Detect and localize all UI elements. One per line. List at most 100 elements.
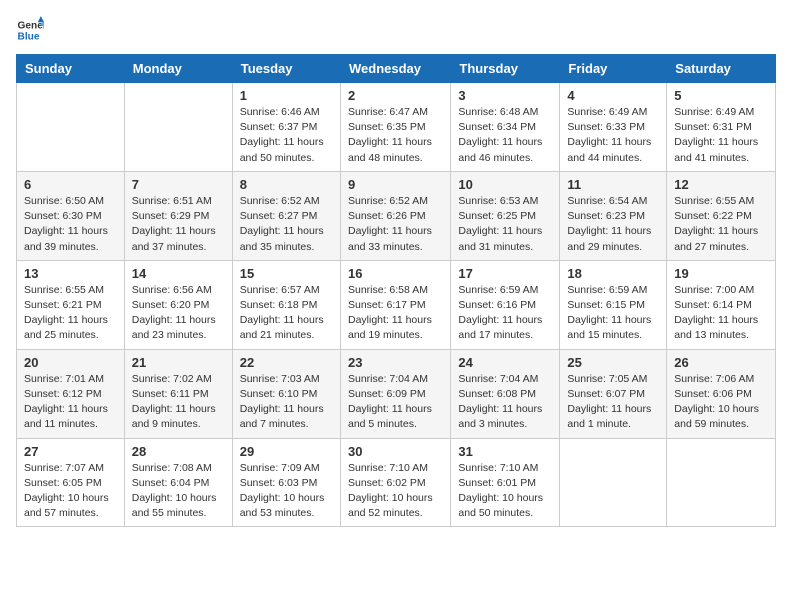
calendar-week-row: 27 Sunrise: 7:07 AM Sunset: 6:05 PM Dayli…: [17, 438, 776, 527]
day-number: 15: [240, 266, 333, 281]
header: General Blue: [16, 16, 776, 44]
day-info: Sunrise: 7:07 AM Sunset: 6:05 PM Dayligh…: [24, 461, 117, 522]
day-number: 6: [24, 177, 117, 192]
calendar-table: SundayMondayTuesdayWednesdayThursdayFrid…: [16, 54, 776, 527]
calendar-cell: 10 Sunrise: 6:53 AM Sunset: 6:25 PM Dayli…: [451, 171, 560, 260]
day-info: Sunrise: 7:08 AM Sunset: 6:04 PM Dayligh…: [132, 461, 225, 522]
day-number: 10: [458, 177, 552, 192]
calendar-cell: 28Sunrise: 7:08 AM Sunset: 6:04 PM Dayli…: [124, 438, 232, 527]
calendar-cell: [17, 83, 125, 172]
day-info: Sunrise: 7:09 AM Sunset: 6:03 PM Dayligh…: [240, 461, 333, 522]
weekday-header-cell: Wednesday: [340, 55, 450, 83]
day-number: 22: [240, 355, 333, 370]
calendar-week-row: 1Sunrise: 6:46 AM Sunset: 6:37 PM Daylig…: [17, 83, 776, 172]
day-number: 31: [458, 444, 552, 459]
day-info: Sunrise: 7:03 AM Sunset: 6:10 PM Dayligh…: [240, 372, 333, 433]
weekday-header-cell: Monday: [124, 55, 232, 83]
day-number: 11: [567, 177, 659, 192]
day-info: Sunrise: 6:52 AM Sunset: 6:26 PM Dayligh…: [348, 194, 443, 255]
logo: General Blue: [16, 16, 48, 44]
day-info: Sunrise: 6:55 AM Sunset: 6:21 PM Dayligh…: [24, 283, 117, 344]
calendar-cell: 13 Sunrise: 6:55 AM Sunset: 6:21 PM Dayli…: [17, 260, 125, 349]
day-info: Sunrise: 6:48 AM Sunset: 6:34 PM Dayligh…: [458, 105, 552, 166]
day-info: Sunrise: 6:52 AM Sunset: 6:27 PM Dayligh…: [240, 194, 333, 255]
day-number: 13: [24, 266, 117, 281]
calendar-cell: 24Sunrise: 7:04 AM Sunset: 6:08 PM Dayli…: [451, 349, 560, 438]
calendar-cell: [124, 83, 232, 172]
calendar-cell: 21 Sunrise: 7:02 AM Sunset: 6:11 PM Dayli…: [124, 349, 232, 438]
day-number: 25: [567, 355, 659, 370]
day-number: 5: [674, 88, 768, 103]
calendar-cell: 31 Sunrise: 7:10 AM Sunset: 6:01 PM Dayli…: [451, 438, 560, 527]
day-number: 29: [240, 444, 333, 459]
calendar-cell: 20Sunrise: 7:01 AM Sunset: 6:12 PM Dayli…: [17, 349, 125, 438]
calendar-cell: 5 Sunrise: 6:49 AM Sunset: 6:31 PM Daylig…: [667, 83, 776, 172]
day-number: 16: [348, 266, 443, 281]
calendar-cell: 12Sunrise: 6:55 AM Sunset: 6:22 PM Dayli…: [667, 171, 776, 260]
day-info: Sunrise: 6:50 AM Sunset: 6:30 PM Dayligh…: [24, 194, 117, 255]
calendar-body: 1Sunrise: 6:46 AM Sunset: 6:37 PM Daylig…: [17, 83, 776, 527]
calendar-cell: 16 Sunrise: 6:58 AM Sunset: 6:17 PM Dayli…: [340, 260, 450, 349]
day-info: Sunrise: 6:57 AM Sunset: 6:18 PM Dayligh…: [240, 283, 333, 344]
calendar-cell: 26Sunrise: 7:06 AM Sunset: 6:06 PM Dayli…: [667, 349, 776, 438]
day-info: Sunrise: 7:10 AM Sunset: 6:01 PM Dayligh…: [458, 461, 552, 522]
calendar-week-row: 6 Sunrise: 6:50 AM Sunset: 6:30 PM Daylig…: [17, 171, 776, 260]
calendar-cell: 3 Sunrise: 6:48 AM Sunset: 6:34 PM Daylig…: [451, 83, 560, 172]
calendar-cell: 4 Sunrise: 6:49 AM Sunset: 6:33 PM Daylig…: [560, 83, 667, 172]
calendar-cell: 30Sunrise: 7:10 AM Sunset: 6:02 PM Dayli…: [340, 438, 450, 527]
day-info: Sunrise: 6:46 AM Sunset: 6:37 PM Dayligh…: [240, 105, 333, 166]
day-number: 27: [24, 444, 117, 459]
day-number: 8: [240, 177, 333, 192]
day-number: 24: [458, 355, 552, 370]
calendar-cell: 8 Sunrise: 6:52 AM Sunset: 6:27 PM Daylig…: [232, 171, 340, 260]
weekday-header-cell: Saturday: [667, 55, 776, 83]
calendar-cell: 6 Sunrise: 6:50 AM Sunset: 6:30 PM Daylig…: [17, 171, 125, 260]
calendar-cell: 2 Sunrise: 6:47 AM Sunset: 6:35 PM Daylig…: [340, 83, 450, 172]
calendar-cell: 11 Sunrise: 6:54 AM Sunset: 6:23 PM Dayli…: [560, 171, 667, 260]
day-number: 7: [132, 177, 225, 192]
day-number: 17: [458, 266, 552, 281]
day-number: 4: [567, 88, 659, 103]
day-number: 2: [348, 88, 443, 103]
day-number: 20: [24, 355, 117, 370]
day-info: Sunrise: 6:53 AM Sunset: 6:25 PM Dayligh…: [458, 194, 552, 255]
day-info: Sunrise: 6:54 AM Sunset: 6:23 PM Dayligh…: [567, 194, 659, 255]
day-number: 19: [674, 266, 768, 281]
day-number: 23: [348, 355, 443, 370]
calendar-cell: 25Sunrise: 7:05 AM Sunset: 6:07 PM Dayli…: [560, 349, 667, 438]
day-number: 12: [674, 177, 768, 192]
calendar-cell: 9 Sunrise: 6:52 AM Sunset: 6:26 PM Daylig…: [340, 171, 450, 260]
day-info: Sunrise: 7:00 AM Sunset: 6:14 PM Dayligh…: [674, 283, 768, 344]
day-info: Sunrise: 6:58 AM Sunset: 6:17 PM Dayligh…: [348, 283, 443, 344]
day-number: 14: [132, 266, 225, 281]
day-number: 21: [132, 355, 225, 370]
calendar-week-row: 13 Sunrise: 6:55 AM Sunset: 6:21 PM Dayli…: [17, 260, 776, 349]
day-number: 9: [348, 177, 443, 192]
calendar-cell: 17 Sunrise: 6:59 AM Sunset: 6:16 PM Dayli…: [451, 260, 560, 349]
day-number: 3: [458, 88, 552, 103]
calendar-cell: 29 Sunrise: 7:09 AM Sunset: 6:03 PM Dayli…: [232, 438, 340, 527]
weekday-header-cell: Friday: [560, 55, 667, 83]
day-info: Sunrise: 7:04 AM Sunset: 6:09 PM Dayligh…: [348, 372, 443, 433]
calendar-cell: [667, 438, 776, 527]
day-info: Sunrise: 6:59 AM Sunset: 6:15 PM Dayligh…: [567, 283, 659, 344]
day-info: Sunrise: 6:49 AM Sunset: 6:33 PM Dayligh…: [567, 105, 659, 166]
calendar-cell: 14 Sunrise: 6:56 AM Sunset: 6:20 PM Dayli…: [124, 260, 232, 349]
weekday-header-cell: Tuesday: [232, 55, 340, 83]
calendar-cell: [560, 438, 667, 527]
calendar-cell: 15 Sunrise: 6:57 AM Sunset: 6:18 PM Dayli…: [232, 260, 340, 349]
day-info: Sunrise: 7:02 AM Sunset: 6:11 PM Dayligh…: [132, 372, 225, 433]
day-info: Sunrise: 6:47 AM Sunset: 6:35 PM Dayligh…: [348, 105, 443, 166]
day-info: Sunrise: 6:56 AM Sunset: 6:20 PM Dayligh…: [132, 283, 225, 344]
calendar-cell: 19 Sunrise: 7:00 AM Sunset: 6:14 PM Dayli…: [667, 260, 776, 349]
day-info: Sunrise: 6:59 AM Sunset: 6:16 PM Dayligh…: [458, 283, 552, 344]
calendar-cell: 23 Sunrise: 7:04 AM Sunset: 6:09 PM Dayli…: [340, 349, 450, 438]
calendar-week-row: 20Sunrise: 7:01 AM Sunset: 6:12 PM Dayli…: [17, 349, 776, 438]
day-info: Sunrise: 6:49 AM Sunset: 6:31 PM Dayligh…: [674, 105, 768, 166]
svg-text:Blue: Blue: [18, 31, 40, 42]
calendar-cell: 1Sunrise: 6:46 AM Sunset: 6:37 PM Daylig…: [232, 83, 340, 172]
day-info: Sunrise: 6:51 AM Sunset: 6:29 PM Dayligh…: [132, 194, 225, 255]
weekday-header-cell: Sunday: [17, 55, 125, 83]
weekday-header-row: SundayMondayTuesdayWednesdayThursdayFrid…: [17, 55, 776, 83]
calendar-cell: 18Sunrise: 6:59 AM Sunset: 6:15 PM Dayli…: [560, 260, 667, 349]
